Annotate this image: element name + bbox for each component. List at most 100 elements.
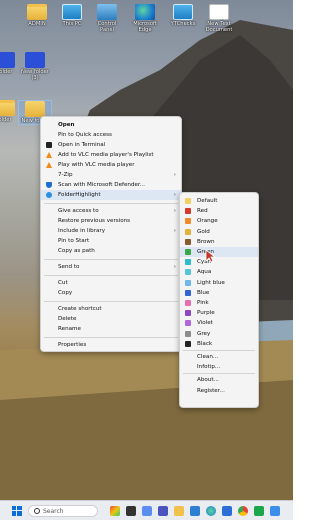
folder-icon: [0, 100, 15, 116]
desktop-icon-label: ADMIN: [28, 21, 46, 27]
submenu-item-pink[interactable]: Pink: [180, 298, 258, 308]
menu-item-folderhighlight[interactable]: FolderHighlight ›: [41, 190, 181, 200]
submenu-item-label: Black: [197, 340, 213, 347]
chevron-right-icon: ›: [173, 192, 176, 198]
folder-color-icon: [185, 259, 191, 266]
submenu-item-brown[interactable]: Brown: [180, 237, 258, 247]
app-icon[interactable]: [270, 506, 280, 516]
menu-item-vlc-play[interactable]: Play with VLC media player: [41, 160, 181, 170]
desktop-icon-label: This PC: [62, 21, 82, 27]
submenu-item-clean[interactable]: Clean...: [180, 352, 258, 362]
folder-color-icon: [185, 289, 191, 296]
menu-separator: [183, 350, 255, 351]
submenu-item-purple[interactable]: Purple: [180, 308, 258, 318]
task-view-icon[interactable]: [126, 506, 136, 516]
folder-color-icon: [185, 238, 191, 245]
desktop-icon-label: New Text Document: [205, 21, 233, 33]
control-panel-icon: [97, 4, 117, 20]
submenu-item-cyan[interactable]: Cyan: [180, 257, 258, 267]
submenu-item-label: Clean...: [197, 354, 219, 360]
edge-browser-icon: [135, 4, 155, 20]
submenu-item-label: Light blue: [197, 279, 225, 286]
taskbar-search[interactable]: Search: [28, 505, 98, 517]
menu-item-rename[interactable]: Rename: [41, 324, 181, 334]
submenu-item-about[interactable]: About...: [180, 375, 258, 385]
submenu-item-default[interactable]: Default: [180, 196, 258, 206]
submenu-item-label: Aqua: [197, 269, 212, 276]
submenu-item-label: Orange: [197, 218, 218, 225]
menu-item-restore-versions[interactable]: Restore previous versions: [41, 216, 181, 226]
submenu-item-red[interactable]: Red: [180, 206, 258, 216]
chat-icon[interactable]: [142, 506, 152, 516]
desktop-icon-edge[interactable]: Microsoft Edge: [128, 4, 162, 33]
submenu-item-light-blue[interactable]: Light blue: [180, 278, 258, 288]
submenu-item-gold[interactable]: Gold: [180, 227, 258, 237]
menu-item-copy[interactable]: Copy: [41, 288, 181, 298]
desktop-icon-label: Microsoft Edge: [133, 21, 157, 33]
submenu-item-infotip[interactable]: Infotip...: [180, 362, 258, 372]
menu-item-cut[interactable]: Cut: [41, 278, 181, 288]
desktop-icon-new-folder-3[interactable]: New folder (3): [18, 52, 52, 81]
menu-item-copy-path[interactable]: Copy as path: [41, 246, 181, 256]
submenu-item-grey[interactable]: Grey: [180, 329, 258, 339]
file-explorer-icon[interactable]: [174, 506, 184, 516]
mail-icon[interactable]: [190, 506, 200, 516]
menu-separator: [44, 259, 178, 260]
submenu-item-label: Register...: [197, 387, 225, 394]
computer-icon: [62, 4, 82, 20]
chrome-icon[interactable]: [238, 506, 248, 516]
shield-icon: [46, 182, 52, 188]
edge-browser-icon[interactable]: [206, 506, 216, 516]
menu-item-vlc-playlist[interactable]: Add to VLC media player's Playlist: [41, 150, 181, 160]
submenu-item-violet[interactable]: Violet: [180, 318, 258, 328]
menu-item-create-shortcut[interactable]: Create shortcut: [41, 304, 181, 314]
submenu-item-green[interactable]: Green: [180, 247, 258, 257]
menu-item-include-library[interactable]: Include in library ›: [41, 226, 181, 236]
teams-icon[interactable]: [158, 506, 168, 516]
desktop-icon-this-pc[interactable]: This PC: [55, 4, 89, 27]
submenu-item-label: Violet: [197, 320, 213, 327]
submenu-item-black[interactable]: Black: [180, 339, 258, 349]
menu-item-properties[interactable]: Properties: [41, 340, 181, 350]
menu-item-pin-start[interactable]: Pin to Start: [41, 236, 181, 246]
submenu-item-label: Red: [197, 208, 208, 215]
folder-color-icon: [185, 330, 191, 337]
menu-item-pin-quick-access[interactable]: Pin to Quick access: [41, 130, 181, 140]
desktop-icon-new-text-document[interactable]: New Text Document: [202, 4, 236, 33]
menu-item-open-terminal[interactable]: Open in Terminal: [41, 140, 181, 150]
vlc-icon: [46, 162, 52, 168]
desktop-icon-label: New folder (3): [20, 69, 50, 81]
chevron-right-icon: ›: [173, 264, 176, 270]
folder-icon: [25, 101, 45, 117]
store-icon[interactable]: [222, 506, 232, 516]
folderhighlight-icon: [46, 192, 52, 198]
folder-icon: [0, 52, 15, 68]
start-button[interactable]: [12, 506, 22, 516]
desktop-icon-admin[interactable]: ADMIN: [20, 4, 54, 27]
folder-color-icon: [185, 269, 191, 276]
desktop-icon-control-panel[interactable]: Control Panel: [90, 4, 124, 33]
search-label: Search: [43, 508, 64, 515]
folder-color-icon: [185, 320, 191, 327]
menu-item-open[interactable]: Open: [41, 120, 181, 130]
submenu-item-orange[interactable]: Orange: [180, 216, 258, 226]
context-menu: Open Pin to Quick access Open in Termina…: [40, 116, 182, 352]
submenu-item-aqua[interactable]: Aqua: [180, 267, 258, 277]
app-icon[interactable]: [254, 506, 264, 516]
folder-color-icon: [185, 340, 191, 347]
submenu-item-register[interactable]: Register...: [180, 386, 258, 396]
menu-item-defender-scan[interactable]: Scan with Microsoft Defender...: [41, 180, 181, 190]
chevron-right-icon: ›: [173, 172, 176, 178]
submenu-item-label: Default: [197, 198, 218, 204]
app-icon[interactable]: [110, 506, 120, 516]
folder-icon: [27, 4, 47, 20]
menu-item-delete[interactable]: Delete: [41, 314, 181, 324]
folder-color-icon: [185, 249, 191, 255]
folder-color-icon: [185, 198, 191, 204]
menu-item-send-to[interactable]: Send to ›: [41, 262, 181, 272]
menu-item-give-access[interactable]: Give access to ›: [41, 206, 181, 216]
folder-color-icon: [185, 310, 191, 317]
desktop-icon-ytchecks[interactable]: YTChecks: [166, 4, 200, 27]
menu-item-7zip[interactable]: 7-Zip ›: [41, 170, 181, 180]
submenu-item-blue[interactable]: Blue: [180, 288, 258, 298]
